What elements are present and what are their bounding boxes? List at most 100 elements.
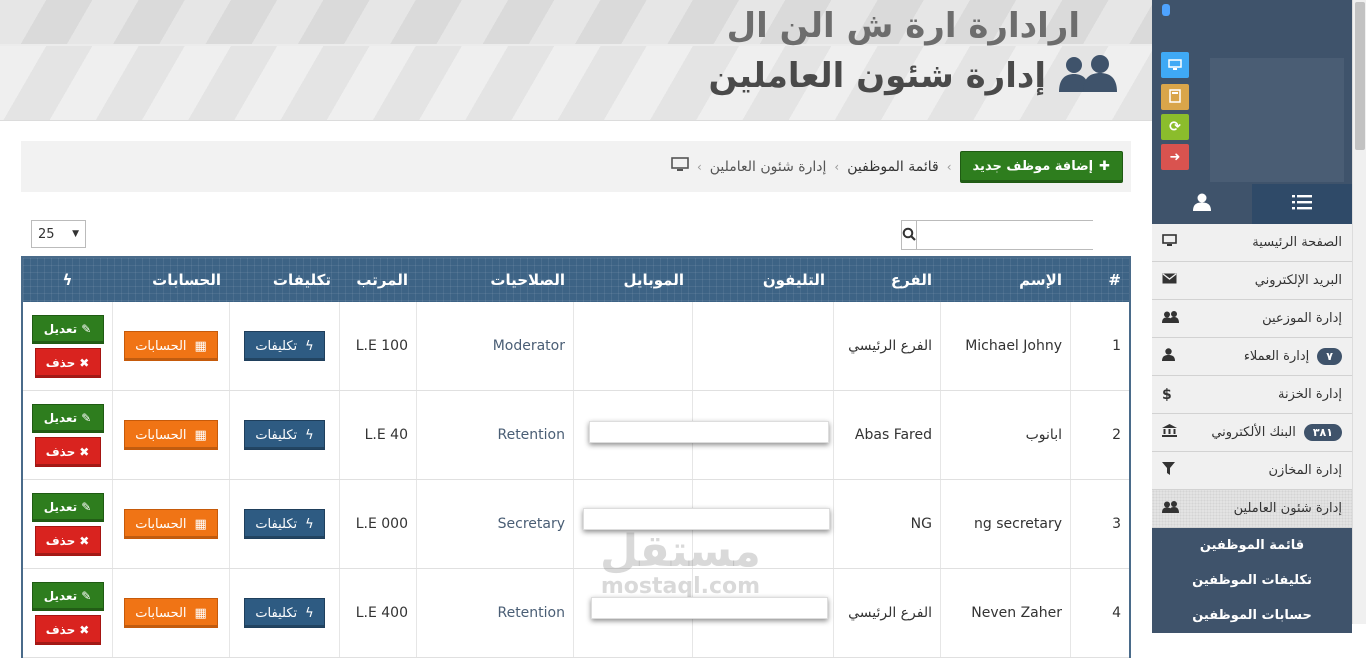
plus-icon: ✚ [1099,159,1110,174]
table-row: 4 Neven Zaher الفرع الرئيسي Retention L.… [23,569,1129,658]
sidebar-item-email[interactable]: البريد الإلكتروني [1152,262,1352,300]
quick-calculator-button[interactable] [1161,84,1189,110]
sidebar-subitem-employee-costs[interactable]: تكليفات الموظفين [1152,563,1352,598]
col-costs[interactable]: تكليفات [229,258,339,302]
cell-permissions: Moderator [416,302,573,390]
bolt-icon: ϟ [305,427,314,443]
delete-button[interactable]: ✖ حذف [34,614,101,645]
cell-phone [583,480,833,568]
cell-name: ng secretary [940,480,1070,568]
cell-permissions: Retention [416,391,573,479]
page-header: ارادارة ارة ش الن ال إدارة شئون العاملين [0,0,1152,121]
cell-phone [589,391,833,479]
col-phone[interactable]: التليفون [692,258,833,302]
breadcrumb-item-current: قائمة الموظفين [847,158,939,175]
redaction-box [589,421,829,443]
sidebar-item-distributors[interactable]: إدارة الموزعين [1152,300,1352,338]
costs-button[interactable]: ϟ تكليفات [244,509,325,539]
quick-logout-button[interactable]: ➜ [1161,144,1189,170]
sidebar-menu: الصفحة الرئيسية البريد الإلكتروني إدارة … [1152,224,1352,633]
table-row: 2 ابانوب Abas Fared Retention L.E 40 ϟ تك… [23,391,1129,480]
page-title: إدارة شئون العاملين [708,54,1122,98]
bolt-icon: ϟ [62,271,73,289]
cell-name: Michael Johny [940,302,1070,390]
redaction-box [583,508,830,530]
accounts-button[interactable]: ▦ الحسابات [124,331,218,361]
quick-desktop-button[interactable] [1161,52,1189,78]
search-box [901,220,1105,250]
sidebar-subitem-employees-list[interactable]: قائمة الموظفين [1152,528,1352,563]
dollar-icon: $ [1162,386,1172,403]
scrollbar[interactable] [1352,0,1366,624]
cell-num: 1 [1070,302,1129,390]
cell-phone [692,302,833,390]
col-salary[interactable]: المرتب [339,258,416,302]
calculator-icon: ▦ [194,516,207,532]
ebank-count-badge: ٣٨١ [1303,424,1342,441]
cell-branch: الفرع الرئيسي [833,302,940,390]
accounts-button[interactable]: ▦ الحسابات [124,509,218,539]
col-accounts[interactable]: الحسابات [112,258,229,302]
col-mobile[interactable]: الموبايل [573,258,692,302]
add-employee-button[interactable]: ✚ إضافة موظف جديد [959,150,1123,183]
edit-button[interactable]: ✎ تعديل [31,492,104,522]
calculator-icon: ▦ [194,338,207,354]
sidebar-item-customers[interactable]: إدارة العملاء ٧ [1152,338,1352,376]
breadcrumb-bar: › إدارة شئون العاملين › قائمة الموظفين ›… [21,141,1131,192]
cell-salary: L.E 000 [339,480,416,568]
close-icon: ✖ [79,444,90,459]
close-icon: ✖ [79,355,90,370]
tab-menu[interactable] [1252,184,1352,224]
cell-mobile [573,302,692,390]
refresh-icon: ⟳ [1169,119,1181,135]
costs-button[interactable]: ϟ تكليفات [244,331,325,361]
search-button[interactable] [902,221,917,249]
desktop-icon[interactable] [671,157,689,176]
envelope-icon [1162,273,1177,288]
search-icon [902,226,916,245]
table-row: 1 Michael Johny الفرع الرئيسي Moderator … [23,302,1129,391]
col-permissions[interactable]: الصلاحيات [416,258,573,302]
sidebar-item-hr[interactable]: إدارة شئون العاملين [1152,490,1352,528]
cell-branch: NG [833,480,940,568]
breadcrumb-separator: › [696,159,702,174]
customers-count-badge: ٧ [1317,348,1342,365]
col-num[interactable]: # [1070,258,1129,302]
cell-name: ابانوب [940,391,1070,479]
table-header: # الإسم الفرع التليفون الموبايل الصلاحيا… [23,258,1129,302]
cell-num: 4 [1070,569,1129,657]
sidebar-item-home[interactable]: الصفحة الرئيسية [1152,224,1352,262]
costs-button[interactable]: ϟ تكليفات [244,420,325,450]
bank-icon [1162,424,1177,441]
user-icon [1162,348,1175,365]
col-branch[interactable]: الفرع [833,258,940,302]
breadcrumb-item-hr[interactable]: إدارة شئون العاملين [710,159,827,175]
page-size-select[interactable]: 25 ▼ [31,220,86,248]
delete-button[interactable]: ✖ حذف [34,436,101,467]
pencil-icon: ✎ [81,500,92,514]
users-icon [1162,310,1179,327]
col-name[interactable]: الإسم [940,258,1070,302]
page-title-text: إدارة شئون العاملين [708,56,1046,96]
close-icon: ✖ [79,533,90,548]
avatar [1210,58,1344,182]
tab-profile[interactable] [1152,184,1252,224]
accounts-button[interactable]: ▦ الحسابات [124,420,218,450]
logout-icon: ➜ [1169,149,1181,165]
sidebar-item-treasury[interactable]: $ إدارة الخزنة [1152,376,1352,414]
edit-button[interactable]: ✎ تعديل [31,314,104,344]
pencil-icon: ✎ [81,322,92,336]
scrollbar-thumb[interactable] [1355,2,1365,150]
filter-icon [1162,462,1175,479]
sidebar-subitem-employee-accounts[interactable]: حسابات الموظفين [1152,598,1352,633]
search-input[interactable] [917,221,1105,249]
quick-refresh-button[interactable]: ⟳ [1161,114,1189,140]
delete-button[interactable]: ✖ حذف [34,525,101,556]
pencil-icon: ✎ [81,411,92,425]
delete-button[interactable]: ✖ حذف [34,347,101,378]
edit-button[interactable]: ✎ تعديل [31,403,104,433]
cell-phone [591,569,833,657]
sidebar-item-warehouses[interactable]: إدارة المخازن [1152,452,1352,490]
sidebar-item-ebank[interactable]: البنك الألكتروني ٣٨١ [1152,414,1352,452]
edit-button[interactable]: ✎ تعديل [31,581,104,611]
